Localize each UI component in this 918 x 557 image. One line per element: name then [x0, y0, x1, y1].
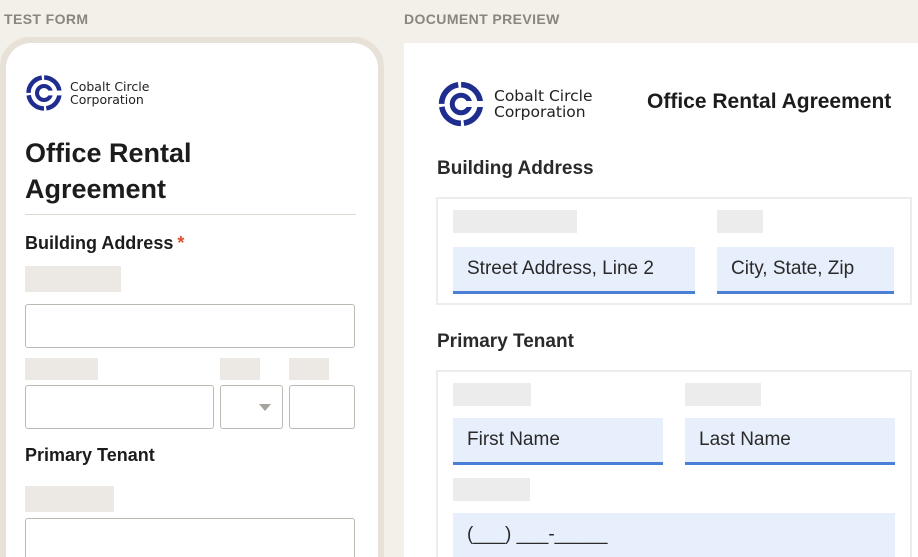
building-address-label: Building Address — [25, 233, 174, 253]
document-brand-logo: Cobalt Circle Corporation — [436, 79, 592, 129]
document-brand-name: Cobalt Circle Corporation — [494, 86, 593, 121]
city-label-placeholder — [717, 210, 763, 233]
chevron-down-icon — [259, 404, 271, 411]
document-brand-name-line1: Cobalt Circle — [494, 86, 593, 105]
document-brand-name-line2: Corporation — [494, 103, 586, 121]
document-preview-section-label: DOCUMENT PREVIEW — [404, 11, 560, 27]
document-preview: Cobalt Circle Corporation Office Rental … — [404, 43, 918, 557]
title-divider — [25, 214, 356, 215]
street-line1-placeholder — [453, 210, 577, 233]
phone-label-placeholder — [453, 478, 530, 501]
tenant-name-label-placeholder — [25, 486, 114, 512]
street-address-label-placeholder — [25, 266, 121, 292]
zip-input[interactable] — [289, 385, 355, 429]
state-label-placeholder — [220, 358, 260, 380]
last-name-field[interactable]: Last Name — [685, 418, 895, 465]
brand-name: Cobalt Circle Corporation — [70, 80, 149, 106]
primary-tenant-box: First Name Last Name (___) ___-_____ — [436, 370, 912, 557]
building-address-heading: Building Address * — [25, 233, 184, 254]
last-name-label-placeholder — [685, 383, 761, 406]
primary-tenant-heading: Primary Tenant — [25, 445, 155, 465]
city-label-placeholder — [25, 358, 98, 380]
cobalt-circle-logo-icon — [438, 81, 486, 127]
first-name-label-placeholder — [453, 383, 531, 406]
document-primary-tenant-heading: Primary Tenant — [437, 331, 574, 352]
street-address-input[interactable] — [25, 304, 355, 348]
zip-label-placeholder — [289, 358, 329, 380]
brand-logo: Cobalt Circle Corporation — [24, 73, 149, 113]
first-name-field[interactable]: First Name — [453, 418, 663, 465]
building-address-box: Street Address, Line 2 City, State, Zip — [436, 197, 912, 305]
street-address-line2-field[interactable]: Street Address, Line 2 — [453, 247, 695, 294]
form-title: Office Rental Agreement — [25, 138, 192, 204]
cobalt-circle-logo-icon — [26, 75, 64, 111]
phone-field[interactable]: (___) ___-_____ — [453, 513, 895, 557]
state-select[interactable] — [220, 385, 283, 429]
city-input[interactable] — [25, 385, 214, 429]
required-marker: * — [177, 233, 185, 253]
brand-name-line2: Corporation — [70, 92, 144, 107]
document-title: Office Rental Agreement — [647, 90, 892, 113]
document-building-address-heading: Building Address — [437, 158, 594, 179]
city-state-zip-field[interactable]: City, State, Zip — [717, 247, 894, 294]
test-form: Cobalt Circle Corporation Office Rental … — [6, 43, 378, 557]
phone-frame: Cobalt Circle Corporation Office Rental … — [0, 37, 384, 557]
tenant-name-input[interactable] — [25, 518, 355, 557]
test-form-section-label: TEST FORM — [4, 11, 89, 27]
